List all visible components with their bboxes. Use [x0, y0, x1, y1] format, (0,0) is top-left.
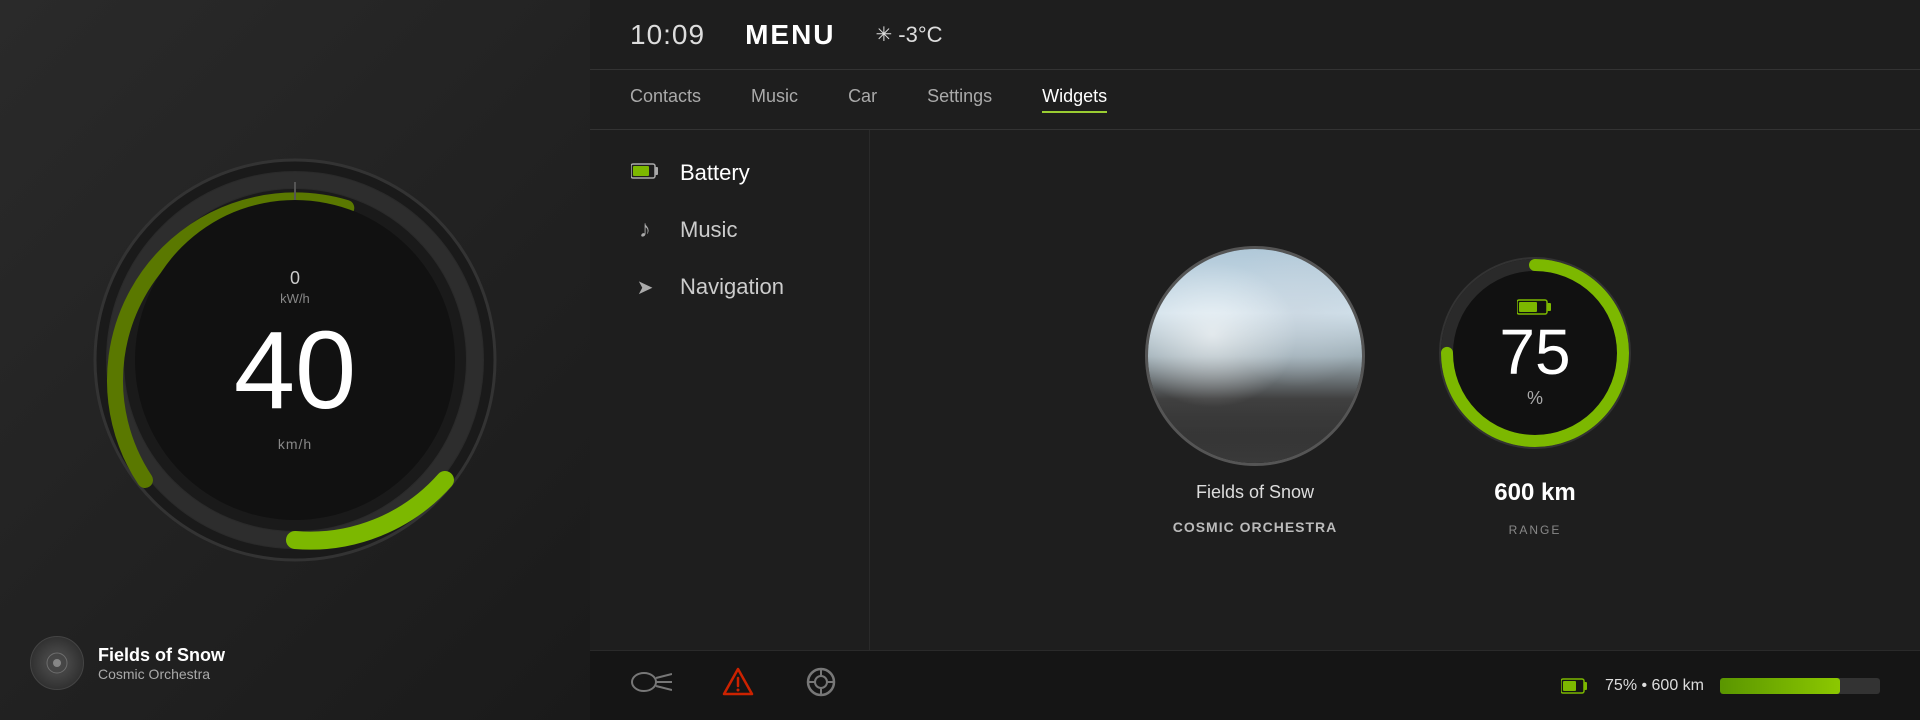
- battery-percent-value: 75: [1499, 320, 1570, 384]
- now-playing-bar: Fields of Snow Cosmic Orchestra: [30, 636, 225, 690]
- artist-name: Cosmic Orchestra: [98, 666, 225, 682]
- speedometer: 0 kW/h 40 km/h: [85, 150, 505, 570]
- battery-range-value: 600 km: [1494, 479, 1575, 507]
- snowflake-icon: ✳: [876, 22, 893, 47]
- top-bar: 10:09 MENU ✳ -3°C: [590, 0, 1920, 70]
- temperature-value: -3°C: [898, 22, 942, 48]
- now-playing-info: Fields of Snow Cosmic Orchestra: [98, 645, 225, 682]
- battery-status-text: 75% • 600 km: [1605, 677, 1704, 695]
- bottom-battery-icon: [1561, 678, 1589, 694]
- clock: 10:09: [630, 19, 705, 51]
- menu-item-battery[interactable]: Battery: [630, 160, 829, 186]
- tab-music[interactable]: Music: [751, 86, 798, 113]
- battery-percent-sign: %: [1527, 388, 1543, 409]
- menu-navigation-label: Navigation: [680, 274, 784, 300]
- battery-bar-fill: [1720, 678, 1840, 694]
- battery-circle-inner: 75 %: [1499, 298, 1570, 409]
- now-playing-thumbnail: [30, 636, 84, 690]
- music-track-name: Fields of Snow: [1196, 482, 1314, 503]
- menu-music-label: Music: [680, 217, 737, 243]
- menu-item-navigation[interactable]: ➤ Navigation: [630, 274, 829, 300]
- temperature-display: ✳ -3°C: [876, 22, 943, 48]
- menu-item-music[interactable]: ♪ Music: [630, 216, 829, 244]
- navigation-menu-icon: ➤: [630, 275, 660, 300]
- tab-contacts[interactable]: Contacts: [630, 86, 701, 113]
- menu-battery-label: Battery: [680, 160, 750, 186]
- widget-area: Fields of Snow COSMIC ORCHESTRA: [870, 130, 1920, 650]
- tab-settings[interactable]: Settings: [927, 86, 992, 113]
- right-panel: 10:09 MENU ✳ -3°C Contacts Music Car Set…: [590, 0, 1920, 720]
- bottom-icons: [630, 665, 1561, 706]
- menu-sidebar: Battery ♪ Music ➤ Navigation: [590, 130, 870, 650]
- main-content: Battery ♪ Music ➤ Navigation Fields of S…: [590, 130, 1920, 650]
- speedometer-display: 0 kW/h 40 km/h: [234, 268, 356, 452]
- speed-value: 40: [234, 316, 356, 426]
- left-panel: 0 kW/h 40 km/h Fields of Snow Cosmic Orc…: [0, 0, 590, 720]
- music-widget: Fields of Snow COSMIC ORCHESTRA: [1145, 246, 1365, 535]
- music-note-icon: [43, 649, 71, 677]
- bottom-bar: 75% • 600 km: [590, 650, 1920, 720]
- battery-widget: 75 % 600 km RANGE: [1425, 243, 1645, 537]
- bottom-status: 75% • 600 km: [1561, 677, 1880, 695]
- tab-car[interactable]: Car: [848, 86, 877, 113]
- speed-unit: km/h: [234, 436, 356, 452]
- headlights-icon[interactable]: [630, 668, 672, 703]
- menu-label: MENU: [745, 19, 835, 51]
- battery-menu-icon: [630, 160, 660, 186]
- track-name: Fields of Snow: [98, 645, 225, 666]
- album-arc: [1145, 361, 1365, 466]
- battery-progress-bar: [1720, 678, 1880, 694]
- music-artist-name: COSMIC ORCHESTRA: [1173, 519, 1338, 535]
- power-value: 0: [234, 268, 356, 289]
- nav-tabs: Contacts Music Car Settings Widgets: [590, 70, 1920, 130]
- battery-small-icon: [1517, 298, 1553, 316]
- tab-widgets[interactable]: Widgets: [1042, 86, 1107, 113]
- battery-range-label: RANGE: [1509, 523, 1562, 537]
- warning-icon[interactable]: [722, 666, 754, 705]
- power-unit: kW/h: [234, 291, 356, 306]
- battery-circle: 75 %: [1425, 243, 1645, 463]
- tire-pressure-icon[interactable]: [804, 665, 838, 706]
- music-menu-icon: ♪: [630, 216, 660, 244]
- music-album-art: [1145, 246, 1365, 466]
